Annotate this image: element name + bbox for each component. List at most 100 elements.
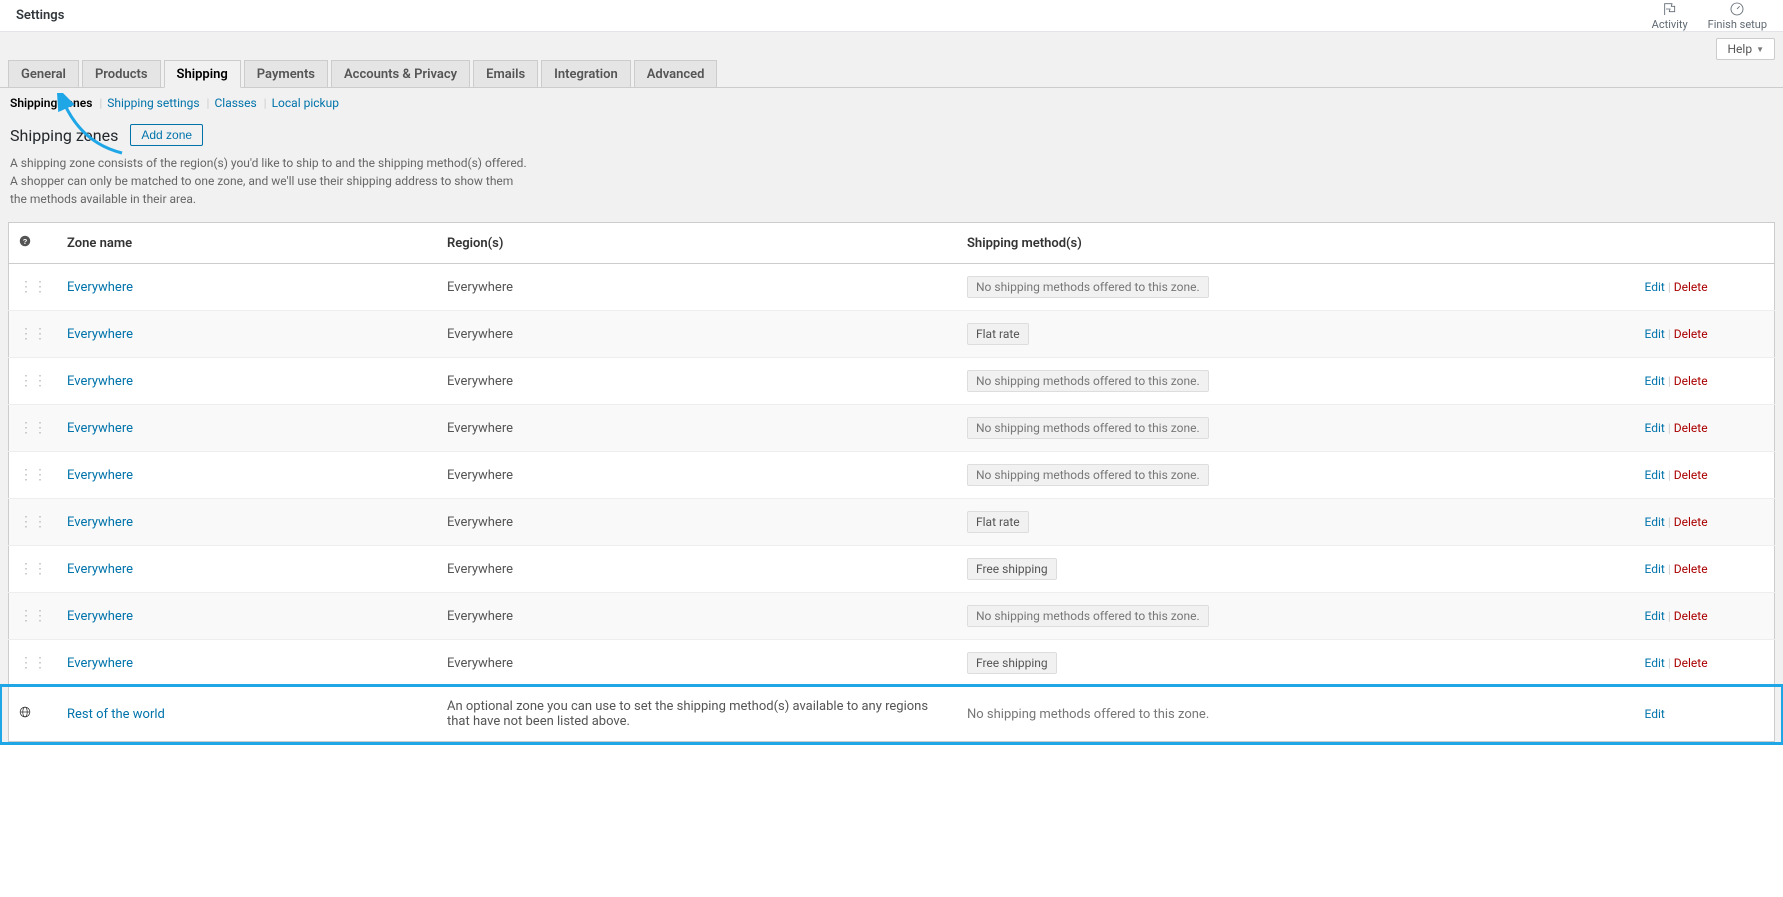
zone-name-link[interactable]: Everywhere [67, 515, 133, 530]
help-icon[interactable]: ? [19, 236, 31, 251]
settings-tabs: GeneralProductsShippingPaymentsAccounts … [0, 32, 1783, 88]
shipping-subnav: Shipping zones | Shipping settings | Cla… [0, 88, 1783, 110]
drag-handle-icon[interactable]: ⋮⋮ [19, 515, 47, 529]
edit-link[interactable]: Edit [1645, 562, 1665, 576]
zone-row: ⋮⋮EverywhereEverywhereFree shippingEdit|… [9, 546, 1775, 593]
zone-row: ⋮⋮ Everywhere Everywhere No shipping method… [9, 593, 1775, 640]
edit-link[interactable]: Edit [1645, 468, 1665, 482]
col-actions [1635, 223, 1775, 264]
col-zone-name: Zone name [57, 223, 437, 264]
zone-region: Everywhere [437, 546, 957, 593]
rest-zone-name[interactable]: Rest of the world [67, 707, 165, 722]
rest-edit-link[interactable]: Edit [1645, 707, 1665, 721]
delete-link[interactable]: Delete [1674, 562, 1708, 576]
drag-handle-icon[interactable]: ⋮⋮ [19, 374, 47, 388]
zone-region: Everywhere [437, 593, 957, 640]
delete-link[interactable]: Delete [1674, 468, 1708, 482]
drag-handle-icon[interactable]: ⋮⋮ [19, 280, 47, 294]
zone-methods: No shipping methods offered to this zone… [957, 593, 1635, 640]
section-header: Shipping zones Add zone [0, 110, 1783, 150]
zone-name-link[interactable]: Everywhere [67, 562, 133, 577]
delete-link[interactable]: Delete [1674, 421, 1708, 435]
zone-region: Everywhere [437, 640, 957, 687]
zone-name-link[interactable]: Everywhere [67, 374, 133, 389]
subnav-pickup[interactable]: Local pickup [272, 96, 339, 110]
zone-methods: Free shipping [957, 546, 1635, 593]
subnav-classes[interactable]: Classes [214, 96, 256, 110]
method-chip: Flat rate [967, 511, 1029, 533]
method-chip: Free shipping [967, 558, 1057, 580]
shipping-zones-table: ? Zone name Region(s) Shipping method(s)… [8, 222, 1775, 742]
col-methods: Shipping method(s) [957, 223, 1635, 264]
zone-name-link[interactable]: Everywhere [67, 280, 133, 295]
delete-link[interactable]: Delete [1674, 609, 1708, 623]
zone-name-link[interactable]: Everywhere [67, 421, 133, 436]
zone-name-link[interactable]: Everywhere [67, 327, 133, 342]
zone-row: ⋮⋮EverywhereEverywhereNo shipping method… [9, 264, 1775, 311]
edit-link[interactable]: Edit [1645, 609, 1665, 623]
method-chip-none: No shipping methods offered to this zone… [967, 417, 1209, 439]
zone-name-link[interactable]: Everywhere [67, 656, 133, 671]
delete-link[interactable]: Delete [1674, 515, 1708, 529]
method-chip: Free shipping [967, 652, 1057, 674]
zone-methods: No shipping methods offered to this zone… [957, 264, 1635, 311]
zone-row: ⋮⋮EverywhereEverywhereFree shippingEdit|… [9, 640, 1775, 687]
tab-accounts-privacy[interactable]: Accounts & Privacy [331, 60, 470, 87]
delete-link[interactable]: Delete [1674, 327, 1708, 341]
section-description: A shipping zone consists of the region(s… [0, 150, 540, 222]
zone-methods: No shipping methods offered to this zone… [957, 358, 1635, 405]
drag-handle-icon[interactable]: ⋮⋮ [19, 562, 47, 576]
tab-integration[interactable]: Integration [541, 60, 631, 87]
edit-link[interactable]: Edit [1645, 656, 1665, 670]
page-title: Settings [16, 8, 64, 23]
zone-row: ⋮⋮ Everywhere Everywhere No shipping method… [9, 452, 1775, 499]
edit-link[interactable]: Edit [1645, 515, 1665, 529]
rest-method-text: No shipping methods offered to this zone… [967, 707, 1209, 722]
zone-name-link[interactable]: Everywhere [67, 468, 133, 483]
drag-handle-icon[interactable]: ⋮⋮ [19, 327, 47, 341]
zone-region: Everywhere [437, 311, 957, 358]
method-chip-none: No shipping methods offered to this zone… [967, 370, 1209, 392]
zone-region: Everywhere [437, 452, 957, 499]
edit-link[interactable]: Edit [1645, 327, 1665, 341]
activity-button[interactable]: Activity [1652, 1, 1688, 31]
zone-region: Everywhere [437, 264, 957, 311]
chevron-down-icon: ▼ [1756, 45, 1764, 54]
drag-handle-icon[interactable]: ⋮⋮ [19, 468, 47, 482]
subnav-settings[interactable]: Shipping settings [107, 96, 199, 110]
zone-row: ⋮⋮EverywhereEverywhereFlat rateEdit|Dele… [9, 499, 1775, 546]
delete-link[interactable]: Delete [1674, 656, 1708, 670]
zone-methods: Free shipping [957, 640, 1635, 687]
add-zone-button[interactable]: Add zone [130, 124, 203, 146]
delete-link[interactable]: Delete [1674, 280, 1708, 294]
subnav-zones[interactable]: Shipping zones [10, 96, 92, 110]
edit-link[interactable]: Edit [1645, 280, 1665, 294]
flag-icon [1662, 1, 1678, 17]
tab-general[interactable]: General [8, 60, 79, 87]
zone-name-link[interactable]: Everywhere [67, 609, 133, 624]
col-regions: Region(s) [437, 223, 957, 264]
edit-link[interactable]: Edit [1645, 374, 1665, 388]
tab-shipping[interactable]: Shipping [164, 60, 241, 88]
finish-setup-button[interactable]: Finish setup [1708, 1, 1767, 31]
drag-handle-icon[interactable]: ⋮⋮ [19, 609, 47, 623]
tab-emails[interactable]: Emails [473, 60, 538, 87]
zone-methods: No shipping methods offered to this zone… [957, 452, 1635, 499]
zone-methods: Flat rate [957, 499, 1635, 546]
method-chip-none: No shipping methods offered to this zone… [967, 605, 1209, 627]
zone-region: Everywhere [437, 405, 957, 452]
edit-link[interactable]: Edit [1645, 421, 1665, 435]
header-actions: Activity Finish setup [1652, 1, 1767, 31]
help-tab[interactable]: Help ▼ [1716, 38, 1775, 60]
method-chip-none: No shipping methods offered to this zone… [967, 464, 1209, 486]
drag-handle-icon[interactable]: ⋮⋮ [19, 421, 47, 435]
tab-payments[interactable]: Payments [244, 60, 328, 87]
tab-advanced[interactable]: Advanced [634, 60, 718, 87]
rest-region-text: An optional zone you can use to set the … [437, 687, 957, 742]
delete-link[interactable]: Delete [1674, 374, 1708, 388]
drag-handle-icon[interactable]: ⋮⋮ [19, 656, 47, 670]
svg-text:?: ? [23, 237, 28, 246]
tab-products[interactable]: Products [82, 60, 161, 87]
col-sort: ? [9, 223, 58, 264]
content-area: Help ▼ GeneralProductsShippingPaymentsAc… [0, 32, 1783, 742]
